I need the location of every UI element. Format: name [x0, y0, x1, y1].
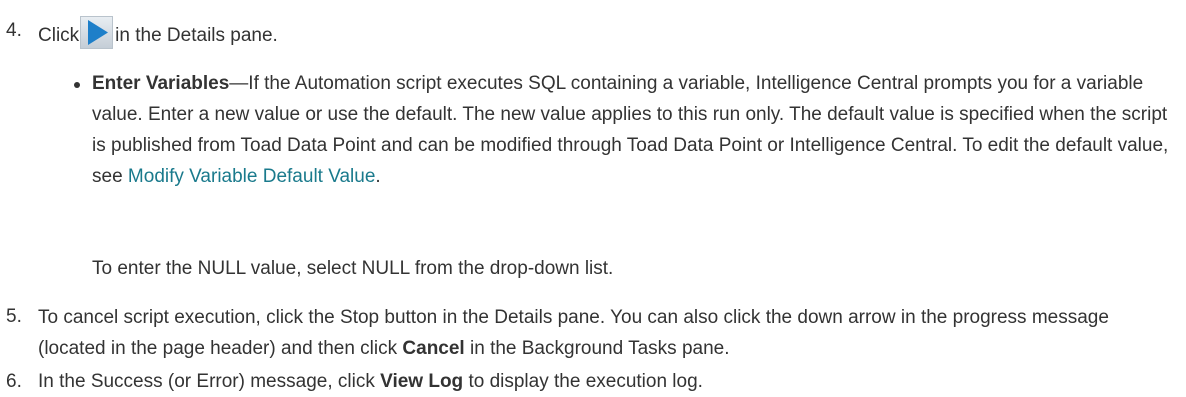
step-number: 5.	[6, 306, 22, 327]
step-text-before: In the Success (or Error) message, click	[38, 371, 381, 392]
modify-variable-default-value-link[interactable]: Modify Variable Default Value	[128, 166, 375, 187]
step-text-click: Click	[38, 25, 80, 46]
bullet-dot	[74, 82, 80, 88]
document-page: 4. Click in the Details pane. Enter Vari…	[0, 0, 1186, 396]
enter-variables-bullet: Enter Variables—If the Automation script…	[74, 68, 1174, 192]
step-text-after: in the Details pane.	[115, 25, 278, 46]
bullet-term: Enter Variables	[92, 73, 230, 94]
bullet-text: Enter Variables—If the Automation script…	[92, 68, 1172, 192]
step-body: Click in the Details pane.	[38, 16, 1174, 51]
step-number: 4.	[6, 20, 22, 41]
step-body: In the Success (or Error) message, click…	[38, 367, 1174, 397]
step-body: To cancel script execution, click the St…	[38, 302, 1174, 364]
cancel-label: Cancel	[402, 338, 465, 359]
step-number: 6.	[6, 371, 22, 392]
null-value-note: To enter the NULL value, select NULL fro…	[92, 258, 614, 279]
play-icon	[80, 16, 114, 49]
step-text-after: in the Background Tasks pane.	[464, 338, 730, 359]
view-log-label: View Log	[380, 371, 464, 392]
step-text-after: to display the execution log.	[463, 371, 703, 392]
bullet-end: .	[375, 166, 381, 187]
